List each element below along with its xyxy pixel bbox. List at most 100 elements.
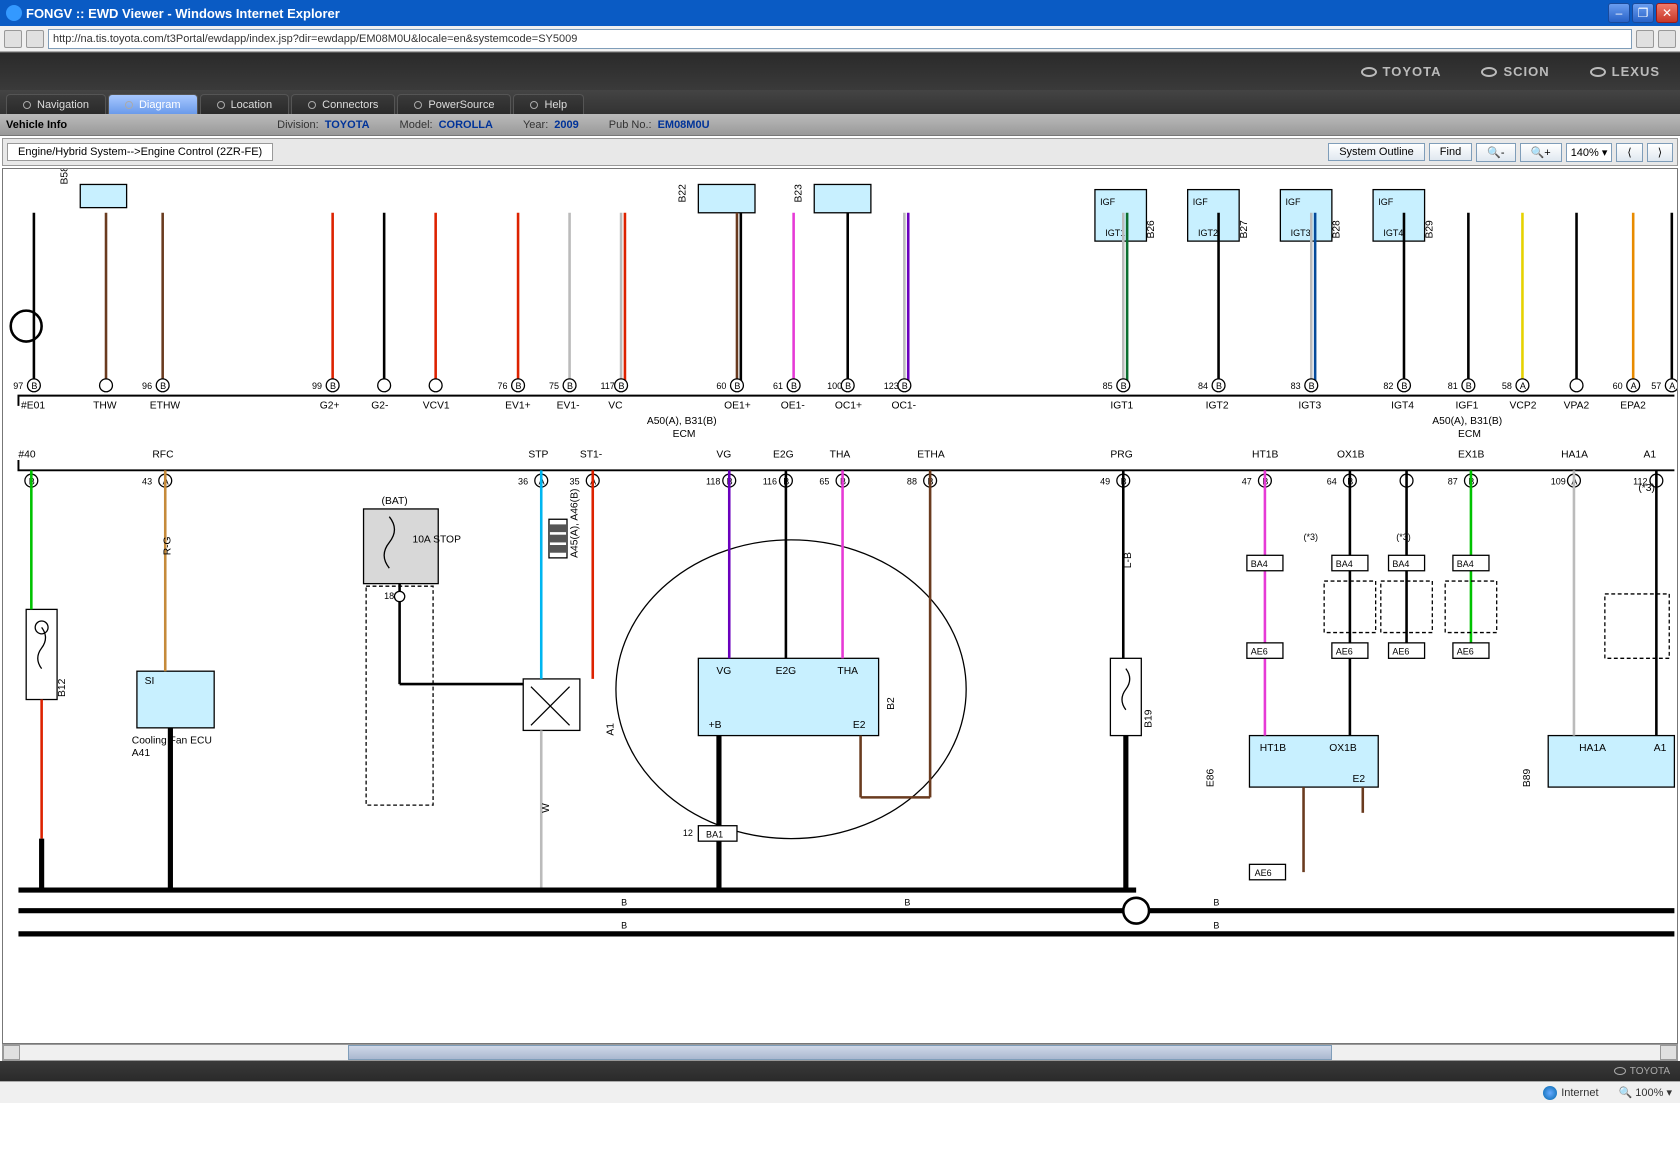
zoom-in-button[interactable]: 🔍+ xyxy=(1520,143,1562,162)
svg-text:IGT4: IGT4 xyxy=(1391,401,1414,412)
svg-text:OE1-: OE1- xyxy=(781,401,805,412)
svg-text:65: 65 xyxy=(819,476,829,486)
tab-navigation[interactable]: Navigation xyxy=(6,94,106,114)
forward-button[interactable] xyxy=(26,30,44,48)
svg-text:AE6: AE6 xyxy=(1255,868,1272,878)
window-title: FONGV :: EWD Viewer - Windows Internet E… xyxy=(26,6,1608,21)
globe-icon xyxy=(1543,1086,1557,1100)
svg-text:(*3): (*3) xyxy=(1304,532,1319,542)
svg-text:#E01: #E01 xyxy=(21,401,45,412)
svg-text:IGT4: IGT4 xyxy=(1383,228,1403,238)
address-bar: http://na.tis.toyota.com/t3Portal/ewdapp… xyxy=(0,26,1680,52)
find-button[interactable]: Find xyxy=(1429,143,1472,161)
svg-text:B: B xyxy=(621,921,627,931)
svg-text:EV1+: EV1+ xyxy=(505,401,530,412)
svg-text:(BAT): (BAT) xyxy=(382,496,408,507)
svg-text:BA4: BA4 xyxy=(1392,559,1409,569)
diagram-toolbar: Engine/Hybrid System-->Engine Control (2… xyxy=(2,138,1678,166)
svg-text:43: 43 xyxy=(142,476,152,486)
svg-text:AE6: AE6 xyxy=(1457,646,1474,656)
svg-text:OX1B: OX1B xyxy=(1329,743,1357,754)
svg-text:IGF: IGF xyxy=(1286,197,1302,207)
stop-button[interactable] xyxy=(1658,30,1676,48)
horizontal-scrollbar[interactable] xyxy=(2,1044,1678,1061)
svg-text:THA: THA xyxy=(830,449,851,460)
vehicle-info-bar: Vehicle Info Division:TOYOTA Model:COROL… xyxy=(0,114,1680,136)
svg-text:35: 35 xyxy=(570,476,580,486)
breadcrumb[interactable]: Engine/Hybrid System-->Engine Control (2… xyxy=(7,143,273,161)
footer-brand-bar: TOYOTA xyxy=(0,1061,1680,1081)
svg-text:49: 49 xyxy=(1100,476,1110,486)
svg-text:B89: B89 xyxy=(1522,768,1533,787)
svg-text:A1: A1 xyxy=(605,723,616,736)
minimize-button[interactable]: – xyxy=(1608,3,1630,23)
tab-location[interactable]: Location xyxy=(200,94,290,114)
svg-text:IGT3: IGT3 xyxy=(1291,228,1311,238)
svg-text:B: B xyxy=(845,381,851,391)
svg-text:10A STOP: 10A STOP xyxy=(412,534,461,545)
svg-text:ECM: ECM xyxy=(1458,429,1481,440)
svg-text:A1: A1 xyxy=(1643,449,1656,460)
diagram-canvas[interactable]: A50(A), B31(B) ECM A50(A), B31(B) ECM B5… xyxy=(2,168,1678,1044)
svg-text:B: B xyxy=(160,381,166,391)
svg-text:B: B xyxy=(904,898,910,908)
url-input[interactable]: http://na.tis.toyota.com/t3Portal/ewdapp… xyxy=(48,29,1632,49)
svg-text:B58: B58 xyxy=(59,169,70,184)
svg-text:ETHA: ETHA xyxy=(917,449,945,460)
svg-text:B: B xyxy=(1309,381,1315,391)
svg-text:IGT1: IGT1 xyxy=(1110,401,1133,412)
svg-text:VC: VC xyxy=(608,401,623,412)
tab-diagram[interactable]: Diagram xyxy=(108,94,198,114)
svg-text:B: B xyxy=(734,381,740,391)
tab-help[interactable]: Help xyxy=(513,94,584,114)
svg-text:#40: #40 xyxy=(18,449,35,460)
svg-text:IGT2: IGT2 xyxy=(1198,228,1218,238)
next-page-button[interactable]: ⟩ xyxy=(1647,143,1673,162)
svg-text:+B: +B xyxy=(709,720,722,731)
close-button[interactable]: ✕ xyxy=(1656,3,1678,23)
svg-text:61: 61 xyxy=(773,381,783,391)
refresh-button[interactable] xyxy=(1636,30,1654,48)
diagram-top-section: B58 B22 B23 IGFIGT1B26IGFIGT2B27IGFIGT3B… xyxy=(11,169,1677,412)
lexus-logo: LEXUS xyxy=(1590,64,1660,79)
svg-text:IGF: IGF xyxy=(1100,197,1116,207)
system-outline-button[interactable]: System Outline xyxy=(1328,143,1425,161)
zoom-out-button[interactable]: 🔍- xyxy=(1476,143,1515,162)
scroll-right-button[interactable] xyxy=(1660,1045,1677,1060)
svg-text:84: 84 xyxy=(1198,381,1208,391)
svg-text:123: 123 xyxy=(884,381,899,391)
svg-text:VPA2: VPA2 xyxy=(1564,401,1590,412)
svg-text:EV1-: EV1- xyxy=(557,401,580,412)
svg-text:B: B xyxy=(1466,381,1472,391)
svg-text:B: B xyxy=(31,381,37,391)
security-zone: Internet xyxy=(1561,1087,1598,1099)
zoom-select[interactable]: 140% ▾ xyxy=(1566,143,1613,162)
tab-connectors[interactable]: Connectors xyxy=(291,94,395,114)
scroll-left-button[interactable] xyxy=(3,1045,20,1060)
svg-text:IGT2: IGT2 xyxy=(1206,401,1229,412)
svg-text:(*3): (*3) xyxy=(1396,532,1411,542)
svg-text:B: B xyxy=(791,381,797,391)
svg-text:HA1A: HA1A xyxy=(1561,449,1588,460)
svg-text:VG: VG xyxy=(716,449,731,460)
svg-text:85: 85 xyxy=(1103,381,1113,391)
svg-text:64: 64 xyxy=(1327,476,1337,486)
svg-text:VCP2: VCP2 xyxy=(1510,401,1537,412)
page-zoom[interactable]: 🔍 100% ▾ xyxy=(1619,1086,1672,1099)
prev-page-button[interactable]: ⟨ xyxy=(1616,143,1642,162)
svg-text:12: 12 xyxy=(683,828,693,838)
svg-text:AE6: AE6 xyxy=(1251,646,1268,656)
svg-text:B22: B22 xyxy=(677,184,688,203)
scrollbar-thumb[interactable] xyxy=(348,1045,1332,1060)
svg-text:E2G: E2G xyxy=(773,449,794,460)
tab-powersource[interactable]: PowerSource xyxy=(397,94,511,114)
svg-text:B: B xyxy=(1213,921,1219,931)
svg-text:B: B xyxy=(1401,381,1407,391)
svg-text:82: 82 xyxy=(1383,381,1393,391)
svg-text:PRG: PRG xyxy=(1110,449,1132,460)
ecm-label-left: A50(A), B31(B) xyxy=(647,416,717,427)
diagram-lower-section: B#40A43RFCA36STPA35ST1-B118VGB116E2GB65T… xyxy=(18,449,1674,933)
maximize-button[interactable]: ❐ xyxy=(1632,3,1654,23)
back-button[interactable] xyxy=(4,30,22,48)
svg-text:G2-: G2- xyxy=(371,401,388,412)
